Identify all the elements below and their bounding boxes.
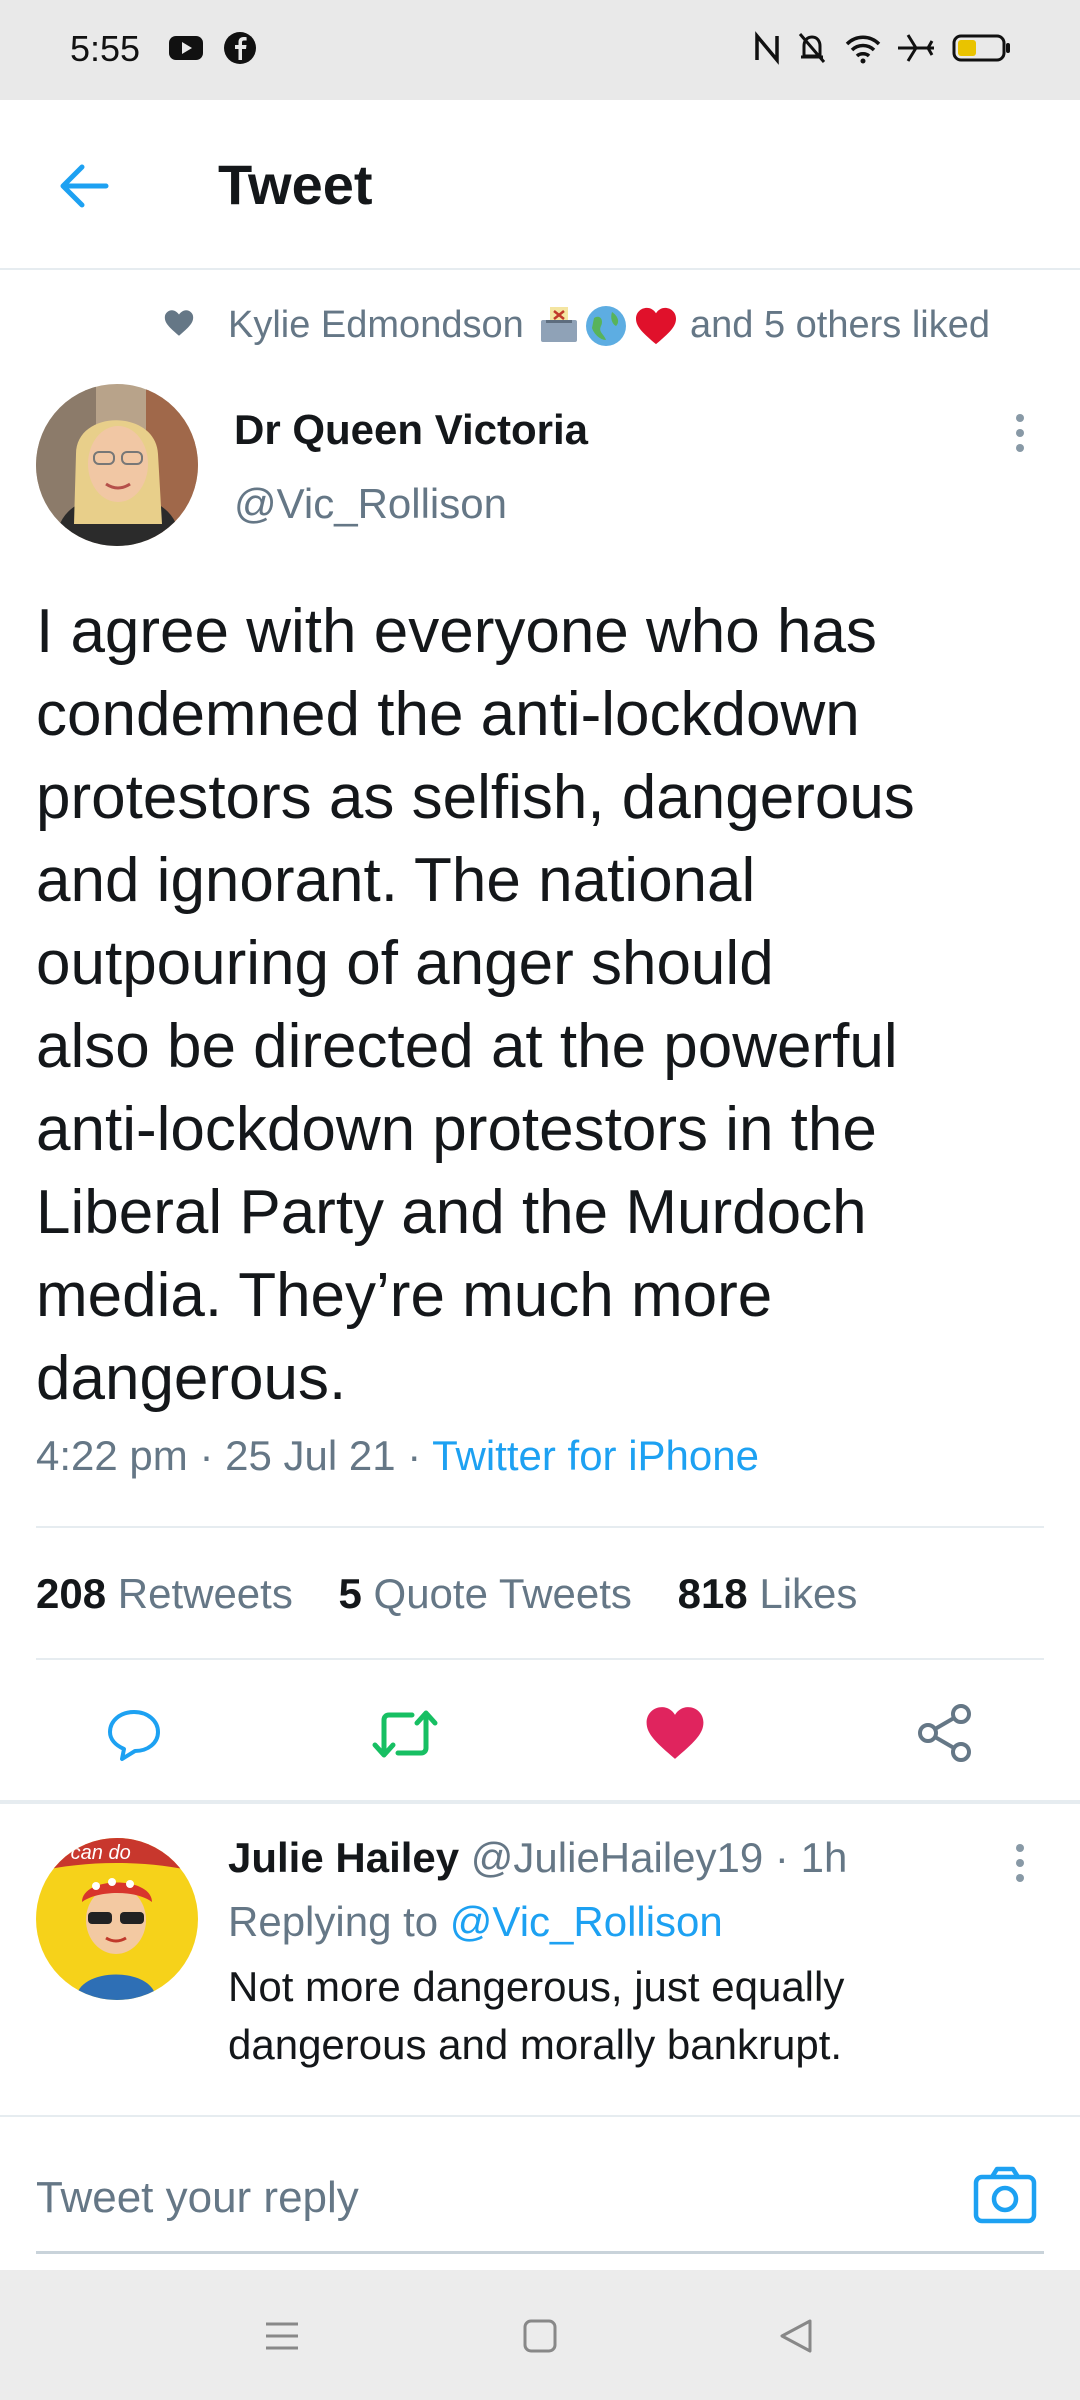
meta-separator: · [774,1834,789,1881]
reply-author-name[interactable]: Julie Hailey [228,1834,459,1881]
author-handle[interactable]: @Vic_Rollison [234,480,507,528]
facebook-icon [222,30,258,71]
more-options-icon[interactable] [1000,408,1040,458]
input-underline [36,2251,1044,2254]
top-app-bar: Tweet [0,100,1080,270]
meta-separator: · [407,1432,422,1479]
battery-icon [952,30,1012,71]
retweets-stat[interactable]: 208 Retweets [36,1570,293,1617]
social-context-suffix: and 5 others liked [690,304,990,346]
system-nav-bar [0,2270,1080,2400]
section-divider [0,1800,1080,1804]
reply-more-options-icon[interactable] [1000,1838,1040,1888]
page-title: Tweet [218,153,373,216]
likes-count: 818 [677,1570,748,1617]
nfc-icon [752,30,782,71]
status-bar: 5:55 [0,0,1080,100]
menu-icon[interactable] [262,2316,302,2356]
reply-composer: Tweet your reply [0,2115,1080,2272]
reply-header: Julie Hailey @JulieHailey19 · 1h [228,1834,847,1882]
retweet-icon[interactable] [372,1706,438,1762]
tweet-date: 25 Jul 21 [225,1432,396,1479]
reply-text: Not more dangerous, just equally dangero… [228,1963,845,2068]
meta-separator: · [199,1432,214,1479]
like-icon[interactable] [644,1704,706,1764]
replying-to: Replying to @Vic_Rollison [228,1898,723,1946]
bell-off-icon [796,30,828,71]
globe-emoji-icon [584,304,628,358]
divider [36,1526,1044,1528]
quote-tweets-label: Quote Tweets [373,1570,632,1617]
tweet-source-link[interactable]: Twitter for iPhone [432,1432,759,1479]
tweet-text: I agree with everyone who has condemned … [36,597,915,1413]
tweet-meta: 4:22 pm · 25 Jul 21 · Twitter for iPhone [36,1432,759,1480]
camera-icon[interactable] [972,2165,1038,2225]
retweets-count: 208 [36,1570,107,1617]
tweet-stats: 208 Retweets 5 Quote Tweets 818 Likes [36,1570,857,1618]
tweet-action-bar [0,1660,1080,1800]
replying-handle-link[interactable]: @Vic_Rollison [450,1898,723,1945]
home-square-icon[interactable] [520,2316,560,2356]
author-avatar[interactable] [36,384,198,546]
retweets-label: Retweets [117,1570,293,1617]
red-heart-emoji-icon [634,306,678,356]
quote-tweets-count: 5 [338,1570,362,1617]
youtube-icon [168,30,204,71]
ballot-box-emoji-icon [538,304,580,356]
reply-item[interactable]: u can do Julie Hailey @JulieHailey19 · 1… [0,1806,1080,2115]
replying-prefix: Replying to [228,1898,439,1945]
tweet-time: 4:22 pm [36,1432,188,1479]
likes-label: Likes [759,1570,858,1617]
quote-tweets-stat[interactable]: 5 Quote Tweets [339,1570,632,1617]
status-time: 5:55 [70,28,141,69]
back-triangle-icon[interactable] [776,2316,816,2356]
wifi-icon [844,30,882,71]
reply-input[interactable]: Tweet your reply [36,2173,359,2223]
social-context[interactable]: Kylie Edmondson and 5 others liked [0,296,1080,356]
reply-time: 1h [800,1834,848,1881]
author-name[interactable]: Dr Queen Victoria [234,406,588,454]
airplane-icon [896,30,936,71]
heart-icon [162,306,196,350]
arrow-left-icon[interactable] [52,154,116,218]
share-icon[interactable] [914,1702,976,1764]
reply-avatar[interactable]: u can do [36,1838,198,2000]
social-context-name: Kylie Edmondson [228,304,524,346]
likes-stat[interactable]: 818 Likes [678,1570,858,1617]
reply-author-handle[interactable]: @JulieHailey19 [471,1834,763,1881]
reply-avatar-text: u can do [54,1842,131,1864]
reply-icon[interactable] [104,1704,164,1764]
